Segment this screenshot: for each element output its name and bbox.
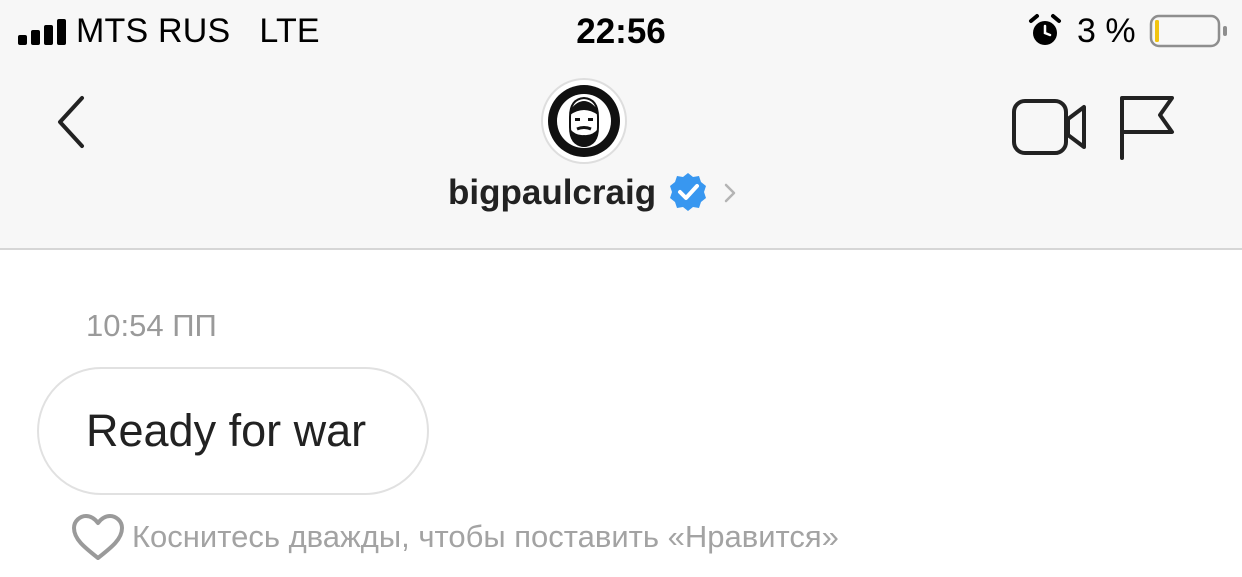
message-timestamp: 10:54 ПП [86, 308, 217, 343]
message-bubble[interactable]: Ready for war [37, 367, 429, 495]
battery-percent: 3 % [1077, 12, 1136, 50]
verified-badge-icon [670, 173, 707, 211]
flag-icon[interactable] [1114, 92, 1180, 162]
chat-header: MTS RUS LTE 22:56 3 % bigpaulcraig [0, 0, 1242, 250]
username: bigpaulcraig [448, 173, 657, 212]
heart-outline-icon[interactable] [70, 512, 126, 562]
video-camera-icon[interactable] [1010, 97, 1090, 159]
profile-name-link[interactable]: bigpaulcraig [448, 168, 738, 218]
chevron-right-icon [724, 183, 736, 203]
status-bar: MTS RUS LTE 22:56 3 % [0, 0, 1242, 66]
avatar[interactable] [540, 77, 628, 165]
alarm-icon [1029, 14, 1061, 45]
like-hint-text: Коснитесь дважды, чтобы поставить «Нрави… [132, 519, 839, 554]
battery-icon [1149, 14, 1227, 48]
message-text: Ready for war [86, 405, 367, 456]
like-hint[interactable]: Коснитесь дважды, чтобы поставить «Нрави… [70, 512, 839, 562]
back-chevron-icon[interactable] [50, 92, 94, 152]
